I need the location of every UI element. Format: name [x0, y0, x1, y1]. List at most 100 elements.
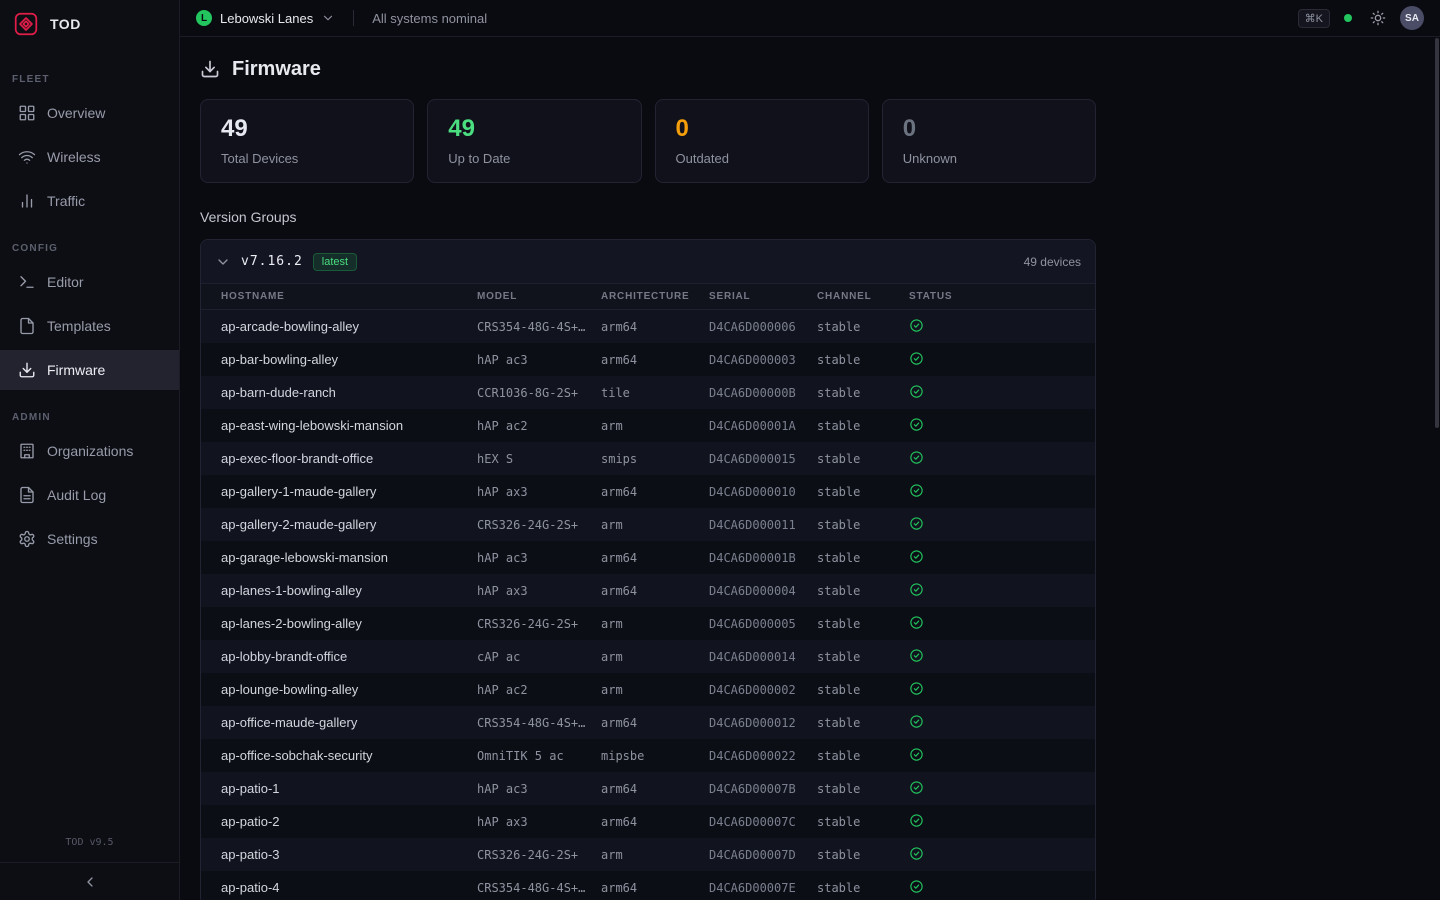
org-switcher[interactable]: L Lebowski Lanes — [196, 10, 335, 26]
table-row[interactable]: ap-arcade-bowling-alleyCRS354-48G-4S+…ar… — [201, 310, 1095, 343]
cell-serial: D4CA6D000010 — [709, 485, 817, 499]
cell-model: hAP ax3 — [477, 815, 601, 829]
app-name: TOD — [50, 16, 81, 32]
status-ok-icon — [909, 582, 924, 597]
sidebar-item-label: Templates — [47, 318, 111, 334]
table-row[interactable]: ap-east-wing-lebowski-mansionhAP ac2armD… — [201, 409, 1095, 442]
cell-channel: stable — [817, 683, 909, 697]
stat-card-up-to-date: 49Up to Date — [427, 99, 641, 183]
cell-serial: D4CA6D000012 — [709, 716, 817, 730]
table-row[interactable]: ap-lanes-1-bowling-alleyhAP ax3arm64D4CA… — [201, 574, 1095, 607]
status-ok-icon — [909, 747, 924, 762]
table-row[interactable]: ap-patio-1hAP ac3arm64D4CA6D00007Bstable — [201, 772, 1095, 805]
theme-toggle-button[interactable] — [1370, 10, 1386, 26]
table-row[interactable]: ap-barn-dude-ranchCCR1036-8G-2S+tileD4CA… — [201, 376, 1095, 409]
sidebar-item-traffic[interactable]: Traffic — [0, 181, 179, 221]
status-ok-icon — [909, 846, 924, 861]
table-row[interactable]: ap-patio-3CRS326-24G-2S+armD4CA6D00007Ds… — [201, 838, 1095, 871]
cell-hostname: ap-garage-lebowski-mansion — [221, 550, 477, 565]
cell-model: hAP ax3 — [477, 485, 601, 499]
grid-icon — [18, 104, 36, 122]
table-row[interactable]: ap-patio-2hAP ax3arm64D4CA6D00007Cstable — [201, 805, 1095, 838]
status-ok-icon — [909, 483, 924, 498]
stat-value: 49 — [221, 116, 393, 142]
sidebar-item-settings[interactable]: Settings — [0, 519, 179, 559]
scrollbar-thumb[interactable] — [1435, 38, 1439, 428]
status-ok-icon — [909, 648, 924, 663]
cell-channel: stable — [817, 386, 909, 400]
cell-status — [909, 351, 1095, 369]
table-row[interactable]: ap-lobby-brandt-officecAP acarmD4CA6D000… — [201, 640, 1095, 673]
command-palette-shortcut[interactable]: ⌘K — [1298, 9, 1330, 28]
cell-architecture: arm64 — [601, 551, 709, 565]
nav-section-label: FLEET — [12, 74, 167, 85]
stat-card-outdated: 0Outdated — [655, 99, 869, 183]
status-ok-icon — [909, 879, 924, 894]
table-row[interactable]: ap-garage-lebowski-mansionhAP ac3arm64D4… — [201, 541, 1095, 574]
table-row[interactable]: ap-gallery-1-maude-galleryhAP ax3arm64D4… — [201, 475, 1095, 508]
version-group-header[interactable]: v7.16.2 latest 49 devices — [201, 240, 1095, 283]
stats-row: 49Total Devices49Up to Date0Outdated0Unk… — [200, 99, 1096, 183]
sidebar-collapse-button[interactable] — [0, 862, 179, 900]
sidebar-item-audit-log[interactable]: Audit Log — [0, 475, 179, 515]
device-table-body: ap-arcade-bowling-alleyCRS354-48G-4S+…ar… — [201, 310, 1095, 900]
cell-channel: stable — [817, 320, 909, 334]
cell-architecture: arm64 — [601, 353, 709, 367]
cell-status — [909, 846, 1095, 864]
cell-architecture: arm — [601, 419, 709, 433]
status-ok-icon — [909, 681, 924, 696]
table-row[interactable]: ap-office-maude-galleryCRS354-48G-4S+…ar… — [201, 706, 1095, 739]
cell-status — [909, 681, 1095, 699]
table-row[interactable]: ap-lounge-bowling-alleyhAP ac2armD4CA6D0… — [201, 673, 1095, 706]
table-row[interactable]: ap-bar-bowling-alleyhAP ac3arm64D4CA6D00… — [201, 343, 1095, 376]
page-title-row: Firmware — [200, 57, 1096, 81]
version-label: v7.16.2 — [241, 254, 303, 269]
chevron-down-icon — [215, 254, 231, 270]
sidebar-item-firmware[interactable]: Firmware — [0, 350, 179, 390]
health-status-dot — [1344, 14, 1352, 22]
column-header-architecture: ARCHITECTURE — [601, 291, 709, 302]
sidebar-header: TOD — [0, 0, 179, 48]
cell-architecture: arm64 — [601, 716, 709, 730]
cell-channel: stable — [817, 518, 909, 532]
sidebar-item-overview[interactable]: Overview — [0, 93, 179, 133]
cell-model: hAP ac2 — [477, 683, 601, 697]
column-header-hostname: HOSTNAME — [221, 291, 477, 302]
sidebar-item-editor[interactable]: Editor — [0, 262, 179, 302]
cell-hostname: ap-east-wing-lebowski-mansion — [221, 418, 477, 433]
cell-status — [909, 780, 1095, 798]
sidebar-item-templates[interactable]: Templates — [0, 306, 179, 346]
stat-value: 0 — [676, 116, 848, 142]
page-title: Firmware — [232, 58, 321, 81]
sidebar-item-wireless[interactable]: Wireless — [0, 137, 179, 177]
version-group-panel: v7.16.2 latest 49 devices HOSTNAMEMODELA… — [200, 239, 1096, 900]
cell-serial: D4CA6D000003 — [709, 353, 817, 367]
cell-channel: stable — [817, 419, 909, 433]
cell-channel: stable — [817, 716, 909, 730]
cell-architecture: mipsbe — [601, 749, 709, 763]
chevron-down-icon — [321, 11, 335, 25]
cell-architecture: tile — [601, 386, 709, 400]
cell-hostname: ap-lounge-bowling-alley — [221, 682, 477, 697]
status-ok-icon — [909, 780, 924, 795]
cell-status — [909, 747, 1095, 765]
list-icon — [18, 486, 36, 504]
cell-hostname: ap-patio-1 — [221, 781, 477, 796]
table-row[interactable]: ap-office-sobchak-securityOmniTIK 5 acmi… — [201, 739, 1095, 772]
sidebar-item-label: Audit Log — [47, 487, 106, 503]
sidebar-item-organizations[interactable]: Organizations — [0, 431, 179, 471]
table-row[interactable]: ap-patio-4CRS354-48G-4S+…arm64D4CA6D0000… — [201, 871, 1095, 900]
column-header-channel: CHANNEL — [817, 291, 909, 302]
table-row[interactable]: ap-lanes-2-bowling-alleyCRS326-24G-2S+ar… — [201, 607, 1095, 640]
app-root: TOD FLEETOverviewWirelessTrafficCONFIGEd… — [0, 0, 1440, 900]
column-header-status: STATUS — [909, 291, 1095, 302]
cell-hostname: ap-arcade-bowling-alley — [221, 319, 477, 334]
user-avatar[interactable]: SA — [1400, 6, 1424, 30]
table-row[interactable]: ap-gallery-2-maude-galleryCRS326-24G-2S+… — [201, 508, 1095, 541]
table-row[interactable]: ap-exec-floor-brandt-officehEX SsmipsD4C… — [201, 442, 1095, 475]
cell-serial: D4CA6D00007E — [709, 881, 817, 895]
status-ok-icon — [909, 714, 924, 729]
cell-channel: stable — [817, 617, 909, 631]
cell-architecture: arm — [601, 518, 709, 532]
cell-hostname: ap-exec-floor-brandt-office — [221, 451, 477, 466]
